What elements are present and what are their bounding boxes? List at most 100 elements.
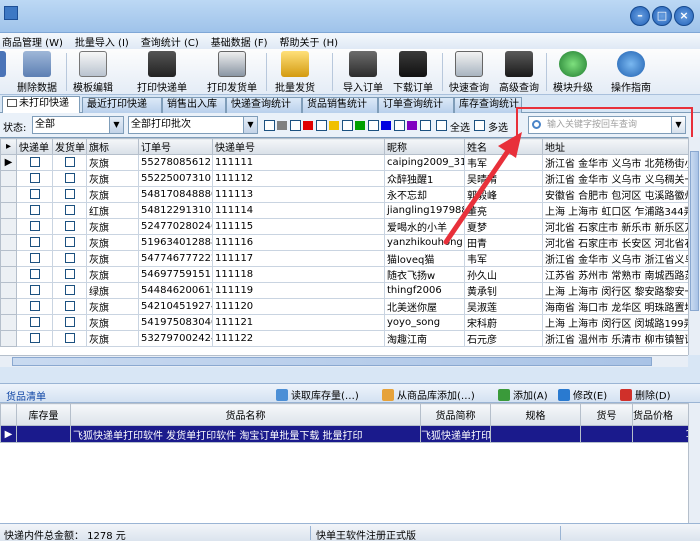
- orders-vertical-scrollbar[interactable]: [688, 137, 700, 355]
- orders-horizontal-scrollbar[interactable]: [0, 355, 688, 367]
- import-order-button[interactable]: 导入订单: [340, 51, 386, 94]
- express-checkbox[interactable]: [16, 170, 53, 187]
- print-express-button[interactable]: 打印快递单: [134, 51, 190, 94]
- row-checkbox[interactable]: [29, 333, 40, 343]
- row-checkbox[interactable]: [64, 269, 75, 279]
- table-row[interactable]: 红旗54812291310518111114jiangling197988董亮上…: [0, 202, 688, 219]
- row-checkbox[interactable]: [64, 317, 75, 327]
- table-row[interactable]: ▶ 灰旗55278085612118111111caiping2009_311韦军…: [0, 154, 688, 171]
- express-checkbox[interactable]: [16, 314, 53, 331]
- tab-unprinted[interactable]: 未打印快递: [2, 96, 80, 114]
- template-edit-button[interactable]: 模板编辑: [70, 51, 116, 94]
- row-checkbox[interactable]: [64, 333, 75, 343]
- row-checkbox[interactable]: [29, 317, 40, 327]
- flag-checkbox-2[interactable]: [290, 120, 301, 131]
- col-spec[interactable]: 规格: [490, 403, 581, 426]
- status-select[interactable]: 全部 ▼: [32, 116, 124, 134]
- row-checkbox[interactable]: [64, 253, 75, 263]
- express-checkbox[interactable]: [16, 266, 53, 283]
- tab-recent-printed[interactable]: 最近打印快递: [82, 97, 162, 113]
- invoice-checkbox[interactable]: [52, 266, 87, 283]
- table-row[interactable]: 绿旗54484620061018111119thingf2006黄承钊上海 上海…: [0, 282, 688, 299]
- flag-checkbox-1[interactable]: [264, 120, 275, 131]
- row-checkbox[interactable]: [64, 301, 75, 311]
- col-order-no[interactable]: 订单号: [138, 138, 213, 155]
- row-checkbox[interactable]: [29, 189, 40, 199]
- menu-goods[interactable]: 商品管理 (W): [2, 34, 63, 49]
- minimize-button[interactable]: –: [630, 6, 650, 26]
- flag-checkbox-5[interactable]: [368, 120, 379, 131]
- express-checkbox[interactable]: [16, 234, 53, 251]
- table-row[interactable]: 灰旗54774677722218111117猫loveq猫韦军浙江省 金华市 义…: [0, 250, 688, 267]
- download-order-button[interactable]: 下载订单: [390, 51, 436, 94]
- menu-query[interactable]: 查询统计 (C): [141, 34, 199, 49]
- invoice-checkbox[interactable]: [52, 202, 87, 219]
- flag-checkbox-6[interactable]: [394, 120, 405, 131]
- tab-express-stats[interactable]: 快递查询统计: [226, 97, 302, 113]
- table-row[interactable]: 灰旗54210451927418111120北美迷你屋吴淑莲海南省 海口市 龙华…: [0, 298, 688, 315]
- row-checkbox[interactable]: [64, 221, 75, 231]
- invoice-checkbox[interactable]: [52, 250, 87, 267]
- col-goods-name[interactable]: 货品名称: [70, 403, 421, 426]
- col-nickname[interactable]: 昵称: [384, 138, 465, 155]
- maximize-button[interactable]: □: [652, 6, 672, 26]
- delete-data-button[interactable]: 删除数据: [14, 51, 60, 94]
- invoice-checkbox[interactable]: [52, 186, 87, 203]
- col-sku[interactable]: 货号: [580, 403, 633, 426]
- invoice-checkbox[interactable]: [52, 218, 87, 235]
- menu-import[interactable]: 批量导入 (I): [75, 34, 129, 49]
- batch-ship-button[interactable]: 批量发货: [272, 51, 318, 94]
- tab-sales-stock[interactable]: 销售出入库: [162, 97, 226, 113]
- table-row[interactable]: 灰旗54697759151118111118随衣飞扬w孙久山江苏省 苏州市 常熟…: [0, 266, 688, 283]
- col-name[interactable]: 姓名: [464, 138, 543, 155]
- table-row[interactable]: 灰旗54817084888018111113永不忘却郭毅峰安徽省 合肥市 包河区…: [0, 186, 688, 203]
- advanced-search-button[interactable]: 高级查询: [496, 51, 542, 94]
- toolbar-partial-button[interactable]: [0, 51, 12, 93]
- col-price[interactable]: 货品价格: [632, 403, 688, 426]
- read-stock-button[interactable]: 读取库存量(…): [276, 387, 359, 402]
- tab-goods-sales-stats[interactable]: 货品销售统计: [302, 97, 378, 113]
- invoice-checkbox[interactable]: [52, 330, 87, 347]
- table-row[interactable]: 灰旗53279700242418111122淘趣江南石元彦浙江省 温州市 乐清市…: [0, 330, 688, 347]
- col-express-no[interactable]: 快递单号: [212, 138, 385, 155]
- row-checkbox[interactable]: [64, 205, 75, 215]
- row-checkbox[interactable]: [29, 285, 40, 295]
- add-button[interactable]: 添加(A): [498, 387, 548, 402]
- flag-checkbox-7[interactable]: [420, 120, 431, 131]
- express-checkbox[interactable]: [16, 282, 53, 299]
- col-flag[interactable]: 旗标: [86, 138, 139, 155]
- express-checkbox[interactable]: [16, 298, 53, 315]
- row-checkbox[interactable]: [29, 301, 40, 311]
- row-checkbox[interactable]: [29, 269, 40, 279]
- row-checkbox[interactable]: [29, 221, 40, 231]
- express-checkbox[interactable]: [16, 154, 53, 171]
- table-row[interactable]: 灰旗51963401288818111116yanzhikouhong田青河北省…: [0, 234, 688, 251]
- invoice-checkbox[interactable]: [52, 234, 87, 251]
- close-button[interactable]: ×: [674, 6, 694, 26]
- scrollbar-thumb[interactable]: [12, 357, 652, 366]
- invoice-checkbox[interactable]: [52, 170, 87, 187]
- express-checkbox[interactable]: [16, 218, 53, 235]
- tab-order-stats[interactable]: 订单查询统计: [378, 97, 454, 113]
- express-checkbox[interactable]: [16, 202, 53, 219]
- row-checkbox[interactable]: [29, 173, 40, 183]
- row-checkbox[interactable]: [29, 157, 40, 167]
- row-checkbox[interactable]: [29, 253, 40, 263]
- table-row[interactable]: 灰旗54197508304018111121yoyo_song宋科蔚上海 上海市…: [0, 314, 688, 331]
- menu-base-data[interactable]: 基础数据 (F): [211, 34, 268, 49]
- row-checkbox[interactable]: [29, 237, 40, 247]
- multi-select-checkbox[interactable]: [474, 120, 485, 131]
- scrollbar-thumb[interactable]: [690, 151, 699, 311]
- express-checkbox[interactable]: [16, 186, 53, 203]
- menu-help[interactable]: 帮助关于 (H): [280, 34, 339, 49]
- edit-button[interactable]: 修改(E): [558, 387, 607, 402]
- module-upgrade-button[interactable]: 模块升级: [550, 51, 596, 94]
- col-express[interactable]: 快递单: [16, 138, 53, 155]
- tab-stock-stats[interactable]: 库存查询统计: [454, 97, 522, 113]
- row-checkbox[interactable]: [64, 285, 75, 295]
- express-checkbox[interactable]: [16, 250, 53, 267]
- col-goods-short[interactable]: 货品简称: [420, 403, 491, 426]
- row-checkbox[interactable]: [29, 205, 40, 215]
- col-stock[interactable]: 库存量: [16, 403, 71, 426]
- goods-row[interactable]: ▶ 飞狐快递单打印软件 发货单打印软件 淘宝订单批量下载 批量打印 飞狐快递单打…: [0, 425, 688, 443]
